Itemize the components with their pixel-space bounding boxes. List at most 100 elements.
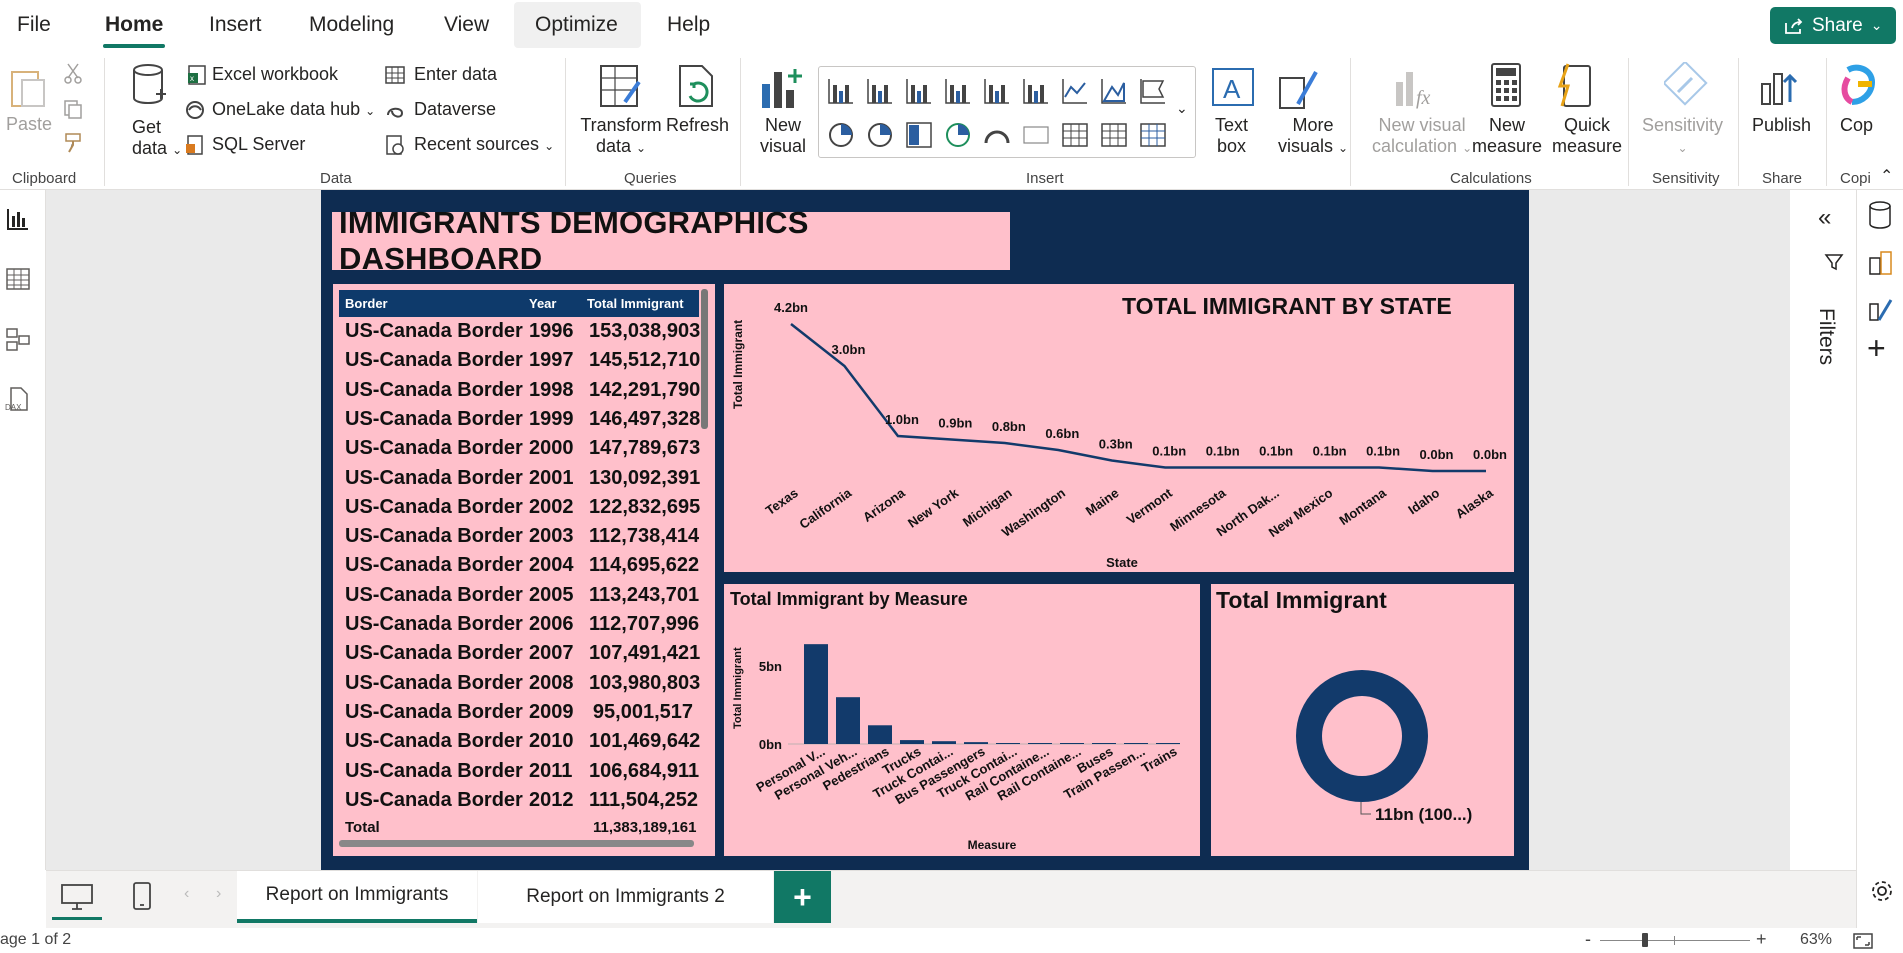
copilot-button[interactable]: Cop <box>1840 115 1873 136</box>
table-row[interactable]: US-Canada Border 1999 146,497,328 <box>339 406 700 435</box>
bar[interactable] <box>1124 743 1148 744</box>
table-row[interactable]: US-Canada Border 2000 147,789,673 <box>339 435 700 464</box>
table-row[interactable]: US-Canada Border 2001 130,092,391 <box>339 465 700 494</box>
text-box-button[interactable]: Text box <box>1215 115 1248 157</box>
visual-type-icon[interactable] <box>946 123 970 147</box>
zoom-in-button[interactable]: + <box>1756 929 1767 950</box>
visual-type-icon[interactable] <box>1062 123 1088 147</box>
get-data-button[interactable]: Get data ⌄ <box>132 117 182 159</box>
visual-type-icon[interactable] <box>868 123 892 147</box>
visual-type-icon[interactable] <box>1140 79 1165 104</box>
bar[interactable] <box>868 725 892 744</box>
immigrant-by-state-line-chart[interactable]: TOTAL IMMIGRANT BY STATE Total Immigrant S… <box>724 284 1514 572</box>
visual-type-icon[interactable] <box>828 79 853 104</box>
data-pane-icon[interactable] <box>1867 200 1893 230</box>
menu-home[interactable]: Home <box>105 13 163 37</box>
visual-type-icon[interactable] <box>984 79 1009 104</box>
dax-query-view-icon[interactable]: DAX <box>5 386 31 412</box>
paste-button[interactable]: Paste <box>6 114 52 135</box>
table-row[interactable]: US-Canada Border 2011 106,684,911 <box>339 758 699 787</box>
refresh-button[interactable]: Refresh <box>666 115 729 136</box>
column-header-year[interactable]: Year <box>529 296 556 311</box>
desktop-layout-icon[interactable] <box>60 883 94 911</box>
menu-modeling[interactable]: Modeling <box>309 13 394 37</box>
excel-workbook-button[interactable]: Excel workbook <box>212 64 338 85</box>
visual-type-icon[interactable] <box>906 79 931 104</box>
bar[interactable] <box>1060 743 1084 744</box>
model-view-icon[interactable] <box>5 326 31 352</box>
visual-type-icon[interactable] <box>1023 79 1048 104</box>
transform-data-button[interactable]: Transform data ⌄ <box>580 115 662 157</box>
onelake-button[interactable]: OneLake data hub ⌄ <box>212 99 375 120</box>
publish-button[interactable]: Publish <box>1752 115 1811 136</box>
cut-icon[interactable] <box>62 62 84 84</box>
dataverse-button[interactable]: Dataverse <box>414 99 496 120</box>
copy-icon[interactable] <box>62 98 84 120</box>
new-measure-button[interactable]: New measure <box>1472 115 1542 157</box>
table-row[interactable]: US-Canada Border 2010 101,469,642 <box>339 728 700 757</box>
table-row[interactable]: US-Canada Border 2009 95,001,517 <box>339 699 699 728</box>
visual-type-icon[interactable] <box>867 79 892 104</box>
tab-report-on-immigrants-2[interactable]: Report on Immigrants 2 <box>478 871 773 923</box>
table-row[interactable]: US-Canada Border 1997 145,512,710 <box>339 347 700 376</box>
tab-scroll-left-icon[interactable]: ‹ <box>184 885 189 903</box>
expand-filters-chevron-icon[interactable]: « <box>1818 204 1831 232</box>
add-page-button[interactable]: + <box>774 871 831 923</box>
visual-type-icon[interactable] <box>1062 79 1087 104</box>
table-view-icon[interactable] <box>5 266 31 292</box>
visual-type-icon[interactable] <box>1101 79 1126 104</box>
visual-type-icon[interactable] <box>984 130 1010 144</box>
visual-type-icon[interactable] <box>1101 123 1127 147</box>
zoom-slider-thumb[interactable] <box>1642 933 1648 947</box>
new-visual-calculation-button[interactable]: New visual calculation ⌄ <box>1372 115 1472 157</box>
visual-type-icon[interactable] <box>945 79 970 104</box>
tab-scroll-right-icon[interactable]: › <box>216 885 221 903</box>
mobile-layout-icon[interactable] <box>132 881 152 911</box>
filters-pane-label[interactable]: Filters <box>1814 308 1838 365</box>
bar[interactable] <box>1028 743 1052 744</box>
menu-insert[interactable]: Insert <box>209 13 262 37</box>
immigrant-by-measure-bar-chart[interactable]: Total Immigrant by Measure Total Immigran… <box>724 584 1200 856</box>
recent-sources-button[interactable]: Recent sources ⌄ <box>414 134 554 155</box>
table-row[interactable]: US-Canada Border 2006 112,707,996 <box>339 611 699 640</box>
visual-type-icon[interactable] <box>1140 123 1166 147</box>
table-row[interactable]: US-Canada Border 2003 112,738,414 <box>339 523 699 552</box>
enter-data-button[interactable]: Enter data <box>414 64 497 85</box>
quick-measure-button[interactable]: Quick measure <box>1552 115 1622 157</box>
column-header-border[interactable]: Border <box>345 296 388 311</box>
bar[interactable] <box>964 742 988 744</box>
settings-gear-icon[interactable] <box>1869 878 1895 904</box>
new-visual-button[interactable]: New visual <box>760 115 806 157</box>
add-pane-icon[interactable]: + <box>1867 330 1886 367</box>
share-button[interactable]: Share ⌄ <box>1770 7 1896 44</box>
table-horizontal-scrollbar[interactable] <box>339 840 694 847</box>
table-row[interactable]: US-Canada Border 2012 111,504,252 <box>339 787 699 816</box>
zoom-slider-track[interactable] <box>1600 940 1750 941</box>
bar[interactable] <box>996 743 1020 744</box>
visual-type-icon[interactable] <box>906 122 932 148</box>
bar[interactable] <box>1156 743 1180 744</box>
more-visuals-button[interactable]: More visuals ⌄ <box>1278 115 1348 157</box>
gallery-expand-chevron-icon[interactable]: ⌄ <box>1176 100 1188 117</box>
bar[interactable] <box>1092 743 1116 744</box>
visual-type-icon[interactable] <box>829 123 853 147</box>
sensitivity-button[interactable]: Sensitivity ⌄ <box>1642 115 1723 157</box>
table-row[interactable]: US-Canada Border 1998 142,291,790 <box>339 377 700 406</box>
menu-view[interactable]: View <box>444 13 489 37</box>
table-row[interactable]: US-Canada Border 2008 103,980,803 <box>339 670 700 699</box>
bar[interactable] <box>804 644 828 744</box>
zoom-out-button[interactable]: - <box>1585 929 1591 950</box>
table-row[interactable]: US-Canada Border 2004 114,695,622 <box>339 552 699 581</box>
sql-server-button[interactable]: SQL Server <box>212 134 305 155</box>
table-row[interactable]: US-Canada Border 1996 153,038,903 <box>339 318 700 347</box>
bar[interactable] <box>836 697 860 744</box>
menu-help[interactable]: Help <box>667 13 710 37</box>
dashboard-title-box[interactable]: IMMIGRANTS DEMOGRAPHICS DASHBOARD <box>332 205 1010 276</box>
table-vertical-scrollbar[interactable] <box>701 289 708 429</box>
zoom-level[interactable]: 63% <box>1800 931 1832 949</box>
table-row[interactable]: US-Canada Border 2002 122,832,695 <box>339 494 700 523</box>
menu-optimize[interactable]: Optimize <box>535 13 618 37</box>
table-row[interactable]: US-Canada Border 2005 113,243,701 <box>339 582 699 611</box>
collapse-ribbon-chevron-icon[interactable]: ⌃ <box>1880 166 1893 186</box>
report-view-icon[interactable] <box>5 206 31 232</box>
